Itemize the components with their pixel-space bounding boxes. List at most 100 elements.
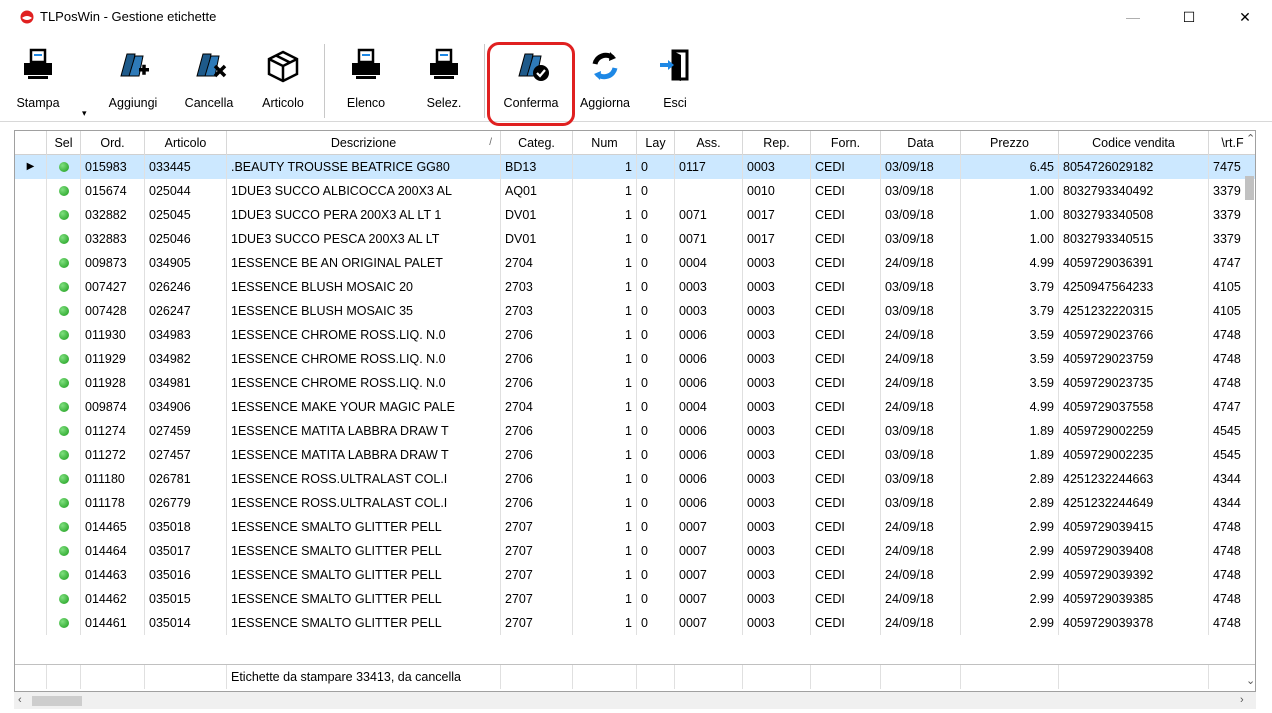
cell-forn: CEDI (811, 515, 881, 539)
column-header-forn-[interactable]: Forn. (811, 131, 881, 155)
scroll-left-icon[interactable]: ‹ (18, 694, 22, 706)
grid-footer: Etichette da stampare 33413, da cancella (15, 664, 1255, 689)
cell-forn: CEDI (811, 587, 881, 611)
table-row[interactable]: 014462 035015 1ESSENCE SMALTO GLITTER PELL… (15, 587, 1255, 611)
cell-categ: 2707 (501, 587, 573, 611)
column-header-num[interactable]: Num (573, 131, 637, 155)
selez-button[interactable]: Selez. (414, 42, 474, 118)
cell-codice-vendita: 4059729039408 (1059, 539, 1209, 563)
table-row[interactable]: 011180 026781 1ESSENCE ROSS.ULTRALAST COL.… (15, 467, 1255, 491)
cell-rep: 0003 (743, 467, 811, 491)
column-header-data[interactable]: Data (881, 131, 961, 155)
printer-icon (24, 48, 52, 79)
scroll-down-icon[interactable]: ⌄ (1246, 674, 1255, 687)
table-row[interactable]: 011930 034983 1ESSENCE CHROME ROSS.LIQ. N.… (15, 323, 1255, 347)
cell-lay: 0 (637, 275, 675, 299)
column-header-sel[interactable]: Sel (47, 131, 81, 155)
conferma-highlight (487, 42, 575, 126)
cell-descrizione: 1ESSENCE SMALTO GLITTER PELL (227, 539, 501, 563)
cell-lay: 0 (637, 179, 675, 203)
table-row[interactable]: 014464 035017 1ESSENCE SMALTO GLITTER PELL… (15, 539, 1255, 563)
table-row[interactable]: 014465 035018 1ESSENCE SMALTO GLITTER PELL… (15, 515, 1255, 539)
stampa-button[interactable]: Stampa (10, 42, 66, 118)
column-header-lay[interactable]: Lay (637, 131, 675, 155)
cell-categ: 2707 (501, 611, 573, 635)
cell-codice-vendita: 4059729039415 (1059, 515, 1209, 539)
status-dot-cell (47, 443, 81, 467)
table-row[interactable]: 007428 026247 1ESSENCE BLUSH MOSAIC 35 2703… (15, 299, 1255, 323)
cell-prezzo: 6.45 (961, 155, 1059, 179)
row-indicator-cell (15, 563, 47, 587)
column-header-label: Ass. (696, 136, 721, 150)
cell-ord: 015674 (81, 179, 145, 203)
status-dot-cell (47, 227, 81, 251)
cell-codice-vendita: 8032793340492 (1059, 179, 1209, 203)
table-row[interactable]: 011272 027457 1ESSENCE MATITA LABBRA DRAW … (15, 443, 1255, 467)
box-icon (267, 50, 299, 83)
aggiungi-button[interactable]: Aggiungi (96, 42, 170, 118)
status-dot-cell (47, 275, 81, 299)
table-row[interactable]: 011928 034981 1ESSENCE CHROME ROSS.LIQ. N.… (15, 371, 1255, 395)
esci-button[interactable]: Esci (650, 42, 700, 118)
cell-ord: 014461 (81, 611, 145, 635)
table-row[interactable]: ▶ 015983 033445 .BEAUTY TROUSSE BEATRICE GG… (15, 155, 1255, 179)
cell-ass: 0071 (675, 203, 743, 227)
cell-data: 24/09/18 (881, 611, 961, 635)
column-header-rep-[interactable]: Rep. (743, 131, 811, 155)
maximize-button[interactable]: ☐ (1166, 0, 1212, 34)
elenco-button[interactable]: Elenco (336, 42, 396, 118)
grid-header: Sel Ord. Articolo Descrizione / Categ. Num Lay A… (15, 131, 1255, 155)
selez-label: Selez. (426, 96, 462, 110)
table-row[interactable]: 011178 026779 1ESSENCE ROSS.ULTRALAST COL.… (15, 491, 1255, 515)
cell-lay: 0 (637, 371, 675, 395)
close-button[interactable]: ✕ (1222, 0, 1268, 34)
column-header-categ-[interactable]: Categ. (501, 131, 573, 155)
scroll-up-icon[interactable]: ⌃ (1246, 132, 1255, 145)
column-header-prezzo[interactable]: Prezzo (961, 131, 1059, 155)
column-header-ass-[interactable]: Ass. (675, 131, 743, 155)
cell-categ: 2703 (501, 299, 573, 323)
scroll-right-icon[interactable]: › (1240, 694, 1244, 706)
title-bar: TLPosWin - Gestione etichette — ☐ ✕ (0, 0, 1272, 34)
column-header-articolo[interactable]: Articolo (145, 131, 227, 155)
cell-descrizione: .BEAUTY TROUSSE BEATRICE GG80 (227, 155, 501, 179)
minimize-button[interactable]: — (1110, 0, 1156, 34)
cell-ass: 0004 (675, 251, 743, 275)
horizontal-scroll-thumb[interactable] (32, 696, 82, 706)
articolo-button[interactable]: Articolo (250, 42, 316, 118)
table-row[interactable]: 014461 035014 1ESSENCE SMALTO GLITTER PELL… (15, 611, 1255, 635)
cancella-label: Cancella (184, 96, 234, 110)
stampa-dropdown-icon[interactable]: ▾ (82, 108, 87, 119)
cell-codice-vendita: 4251232244663 (1059, 467, 1209, 491)
table-row[interactable]: 032883 025046 1DUE3 SUCCO PESCA 200X3 AL L… (15, 227, 1255, 251)
cell-codice-vendita: 4059729039392 (1059, 563, 1209, 587)
cell-prezzo: 2.99 (961, 563, 1059, 587)
table-row[interactable]: 032882 025045 1DUE3 SUCCO PERA 200X3 AL LT… (15, 203, 1255, 227)
cell-descrizione: 1ESSENCE BLUSH MOSAIC 35 (227, 299, 501, 323)
aggiorna-button[interactable]: Aggiorna (572, 42, 638, 118)
table-row[interactable]: 007427 026246 1ESSENCE BLUSH MOSAIC 20 2703… (15, 275, 1255, 299)
column-header-descrizione[interactable]: Descrizione / (227, 131, 501, 155)
column-header-codice-vendita[interactable]: Codice vendita (1059, 131, 1209, 155)
vertical-scroll-thumb[interactable] (1245, 176, 1254, 200)
labels-grid[interactable]: Sel Ord. Articolo Descrizione / Categ. Num Lay A… (14, 130, 1256, 692)
table-row[interactable]: 009873 034905 1ESSENCE BE AN ORIGINAL PALE… (15, 251, 1255, 275)
column-header-ord-[interactable]: Ord. (81, 131, 145, 155)
status-dot-icon (58, 545, 69, 556)
footer-cell (1059, 665, 1209, 689)
horizontal-scrollbar[interactable] (14, 692, 1256, 709)
table-row[interactable]: 009874 034906 1ESSENCE MAKE YOUR MAGIC PAL… (15, 395, 1255, 419)
header-indicator-cell (15, 131, 47, 155)
table-row[interactable]: 011274 027459 1ESSENCE MATITA LABBRA DRAW … (15, 419, 1255, 443)
cell-prezzo: 1.89 (961, 443, 1059, 467)
cell-lay: 0 (637, 395, 675, 419)
cell-forn: CEDI (811, 419, 881, 443)
cell-lay: 0 (637, 299, 675, 323)
vertical-scrollbar[interactable] (1242, 130, 1256, 692)
cell-articolo: 025044 (145, 179, 227, 203)
table-row[interactable]: 011929 034982 1ESSENCE CHROME ROSS.LIQ. N.… (15, 347, 1255, 371)
cell-ass: 0117 (675, 155, 743, 179)
cancella-button[interactable]: Cancella (176, 42, 242, 118)
table-row[interactable]: 014463 035016 1ESSENCE SMALTO GLITTER PELL… (15, 563, 1255, 587)
table-row[interactable]: 015674 025044 1DUE3 SUCCO ALBICOCCA 200X3 … (15, 179, 1255, 203)
